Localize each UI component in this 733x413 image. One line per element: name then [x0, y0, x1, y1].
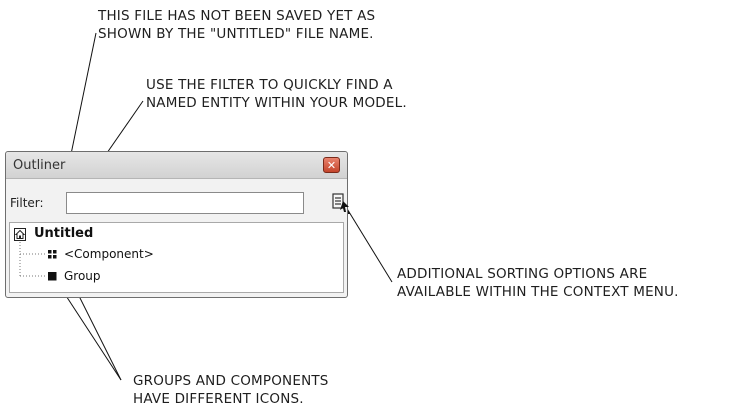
tree-item-label: <Component>	[64, 247, 154, 261]
sorting-callout-line-2: AVAILABLE WITHIN THE CONTEXT MENU.	[397, 284, 679, 300]
icons-callout: GROUPS AND COMPONENTS HAVE DIFFERENT ICO…	[133, 372, 329, 408]
group-icon	[48, 272, 57, 281]
component-icon	[48, 250, 57, 259]
model-home-icon	[14, 228, 26, 241]
close-button[interactable]: ✕	[323, 157, 340, 173]
sorting-callout: ADDITIONAL SORTING OPTIONS ARE AVAILABLE…	[397, 265, 679, 301]
outliner-title-bar[interactable]: Outliner ✕	[6, 152, 347, 179]
close-icon: ✕	[326, 158, 337, 172]
filter-input[interactable]	[66, 192, 304, 214]
outliner-title: Outliner	[13, 158, 66, 173]
details-menu-button[interactable]	[330, 191, 350, 215]
untitled-callout: THIS FILE HAS NOT BEEN SAVED YET AS SHOW…	[98, 7, 375, 43]
tree-item-label: Group	[64, 269, 101, 283]
sorting-callout-line-1: ADDITIONAL SORTING OPTIONS ARE	[397, 266, 648, 282]
filter-label: Filter:	[10, 196, 44, 210]
icons-callout-line-1: GROUPS AND COMPONENTS	[133, 373, 329, 389]
details-menu-icon	[332, 193, 349, 212]
outliner-tree: Untitled <Component> Group	[9, 222, 344, 293]
untitled-callout-line-1: THIS FILE HAS NOT BEEN SAVED YET AS	[98, 8, 376, 24]
filter-callout-line-2: NAMED ENTITY WITHIN YOUR MODEL.	[146, 95, 407, 111]
icons-callout-line-2: HAVE DIFFERENT ICONS.	[133, 391, 304, 407]
outliner-panel: Outliner ✕ Filter: Untitled <Component> …	[5, 151, 350, 298]
filter-callout: USE THE FILTER TO QUICKLY FIND A NAMED E…	[146, 76, 407, 112]
filter-callout-line-1: USE THE FILTER TO QUICKLY FIND A	[146, 77, 393, 93]
tree-root-label: Untitled	[34, 226, 94, 241]
untitled-callout-line-2: SHOWN BY THE "UNTITLED" FILE NAME.	[98, 26, 374, 42]
